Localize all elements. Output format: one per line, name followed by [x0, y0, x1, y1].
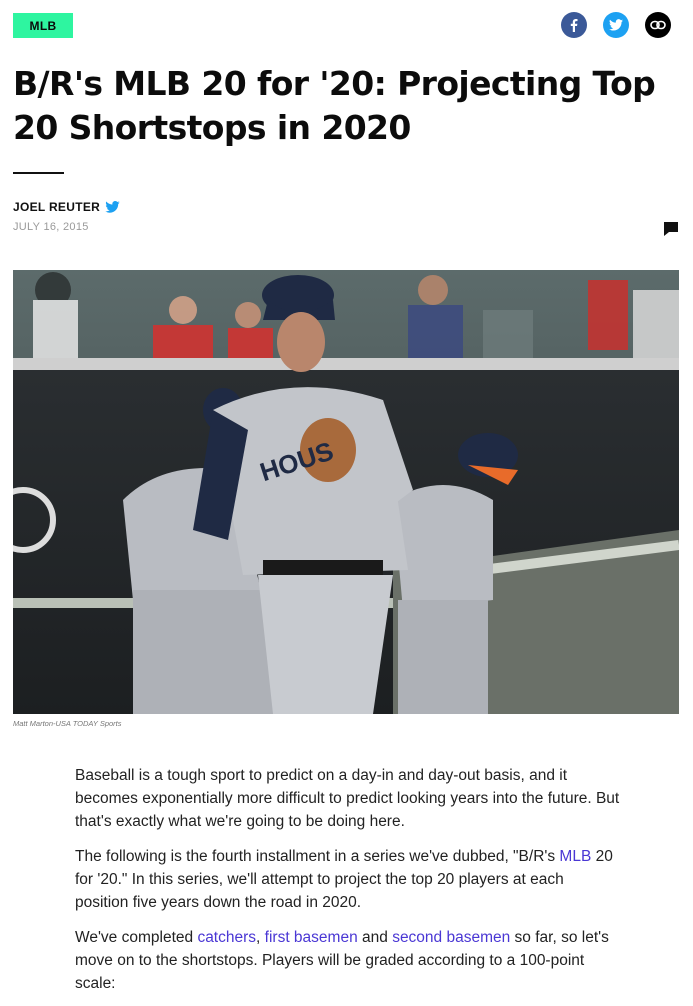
twitter-icon [609, 19, 623, 31]
title-divider [13, 172, 64, 174]
facebook-share-button[interactable] [561, 12, 587, 38]
article-title: B/R's MLB 20 for '20: Projecting Top 20 … [13, 62, 673, 150]
share-bar [561, 12, 671, 38]
paragraph-3: We've completed catchers, first basemen … [75, 926, 620, 995]
title-line-1: B/R's MLB 20 for '20: Projecting Top [13, 64, 656, 103]
publish-date: JULY 16, 2015 [13, 221, 89, 233]
paragraph-3-text-a: We've completed [75, 929, 198, 946]
link-mlb[interactable]: MLB [559, 848, 591, 865]
link-second-basemen[interactable]: second basemen [392, 929, 510, 946]
author-name[interactable]: JOEL REUTER [13, 200, 100, 214]
paragraph-1: Baseball is a tough sport to predict on … [75, 767, 620, 830]
twitter-share-button[interactable] [603, 12, 629, 38]
baseball-players-photo: HOUS [13, 270, 679, 714]
comment-icon [664, 222, 678, 236]
paragraph-2: The following is the fourth installment … [75, 845, 620, 914]
top-bar: MLB [13, 12, 671, 40]
twitter-icon[interactable] [105, 201, 120, 213]
category-tag[interactable]: MLB [13, 13, 73, 38]
comments-button[interactable] [663, 221, 679, 242]
link-catchers[interactable]: catchers [197, 929, 256, 946]
title-line-2: 20 Shortstops in 2020 [13, 108, 411, 147]
link-icon [650, 20, 666, 30]
facebook-icon [570, 19, 578, 32]
link-first-basemen[interactable]: first basemen [265, 929, 358, 946]
paragraph-3-separator-2: and [357, 929, 393, 946]
byline: JOEL REUTER [13, 200, 120, 214]
hero-image: HOUS [13, 270, 679, 714]
paragraph-3-separator-1: , [256, 929, 265, 946]
article-body: Baseball is a tough sport to predict on … [75, 764, 620, 1006]
photo-credit: Matt Marton-USA TODAY Sports [13, 719, 122, 728]
copy-link-button[interactable] [645, 12, 671, 38]
paragraph-2-text-a: The following is the fourth installment … [75, 848, 560, 865]
